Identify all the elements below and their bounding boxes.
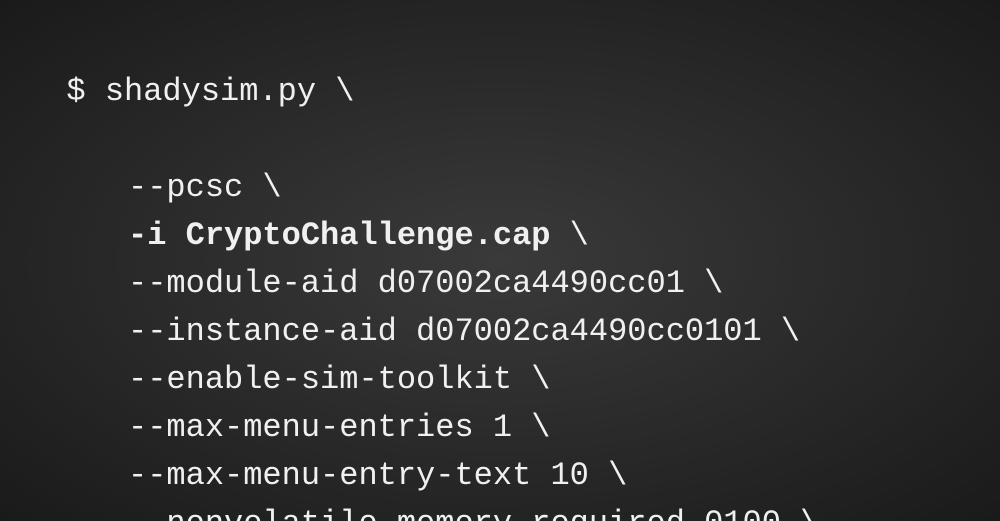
command-args: --pcsc \-i CryptoChallenge.cap \--module… bbox=[28, 164, 972, 521]
arg-line-0: --pcsc \ bbox=[128, 164, 972, 212]
arg-flag: --enable-sim-toolkit bbox=[128, 361, 512, 398]
arg-line-7: --nonvolatile-memory-required 0100 \ bbox=[128, 500, 972, 521]
arg-line-4: --enable-sim-toolkit \ bbox=[128, 356, 972, 404]
arg-flag: --nonvolatile-memory-required bbox=[128, 505, 685, 521]
arg-value: CryptoChallenge.cap bbox=[186, 217, 551, 254]
line-continuation: \ bbox=[335, 73, 354, 110]
line-continuation: \ bbox=[800, 505, 819, 521]
arg-flag: --max-menu-entries bbox=[128, 409, 474, 446]
arg-flag: --max-menu-entry-text bbox=[128, 457, 531, 494]
arg-line-3: --instance-aid d07002ca4490cc0101 \ bbox=[128, 308, 972, 356]
arg-flag: -i bbox=[128, 217, 166, 254]
terminal-output: $ shadysim.py \ --pcsc \-i CryptoChallen… bbox=[28, 20, 972, 521]
arg-value: 0100 bbox=[704, 505, 781, 521]
arg-value: 1 bbox=[493, 409, 512, 446]
arg-line-1: -i CryptoChallenge.cap \ bbox=[128, 212, 972, 260]
line-continuation: \ bbox=[531, 361, 550, 398]
arg-value: d07002ca4490cc0101 bbox=[416, 313, 762, 350]
shell-prompt: $ bbox=[66, 73, 85, 110]
arg-line-5: --max-menu-entries 1 \ bbox=[128, 404, 972, 452]
line-continuation: \ bbox=[531, 409, 550, 446]
script-name: shadysim.py bbox=[105, 73, 316, 110]
arg-flag: --pcsc bbox=[128, 169, 243, 206]
arg-flag: --instance-aid bbox=[128, 313, 397, 350]
line-continuation: \ bbox=[781, 313, 800, 350]
arg-line-2: --module-aid d07002ca4490cc01 \ bbox=[128, 260, 972, 308]
line-continuation: \ bbox=[262, 169, 281, 206]
line-continuation: \ bbox=[570, 217, 589, 254]
line-continuation: \ bbox=[704, 265, 723, 302]
arg-value: d07002ca4490cc01 bbox=[378, 265, 685, 302]
arg-flag: --module-aid bbox=[128, 265, 358, 302]
arg-line-6: --max-menu-entry-text 10 \ bbox=[128, 452, 972, 500]
arg-value: 10 bbox=[550, 457, 588, 494]
line-continuation: \ bbox=[608, 457, 627, 494]
command-line-0: $ shadysim.py \ bbox=[66, 73, 354, 110]
